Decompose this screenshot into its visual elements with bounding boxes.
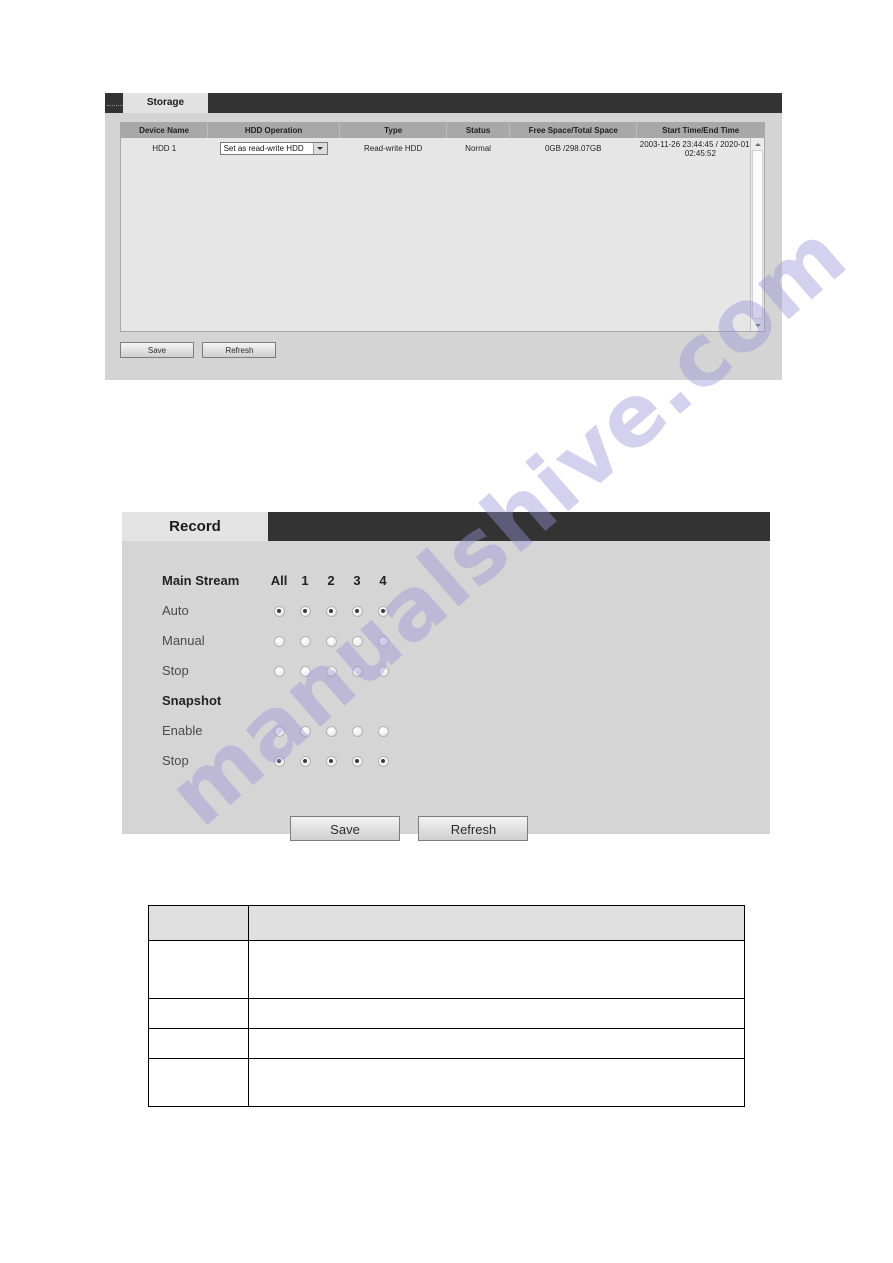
radio-enable-3[interactable]	[351, 725, 363, 737]
section-title-snapshot: Snapshot	[162, 692, 222, 708]
storage-panel: Storage Device Name HDD Operation Type S…	[105, 93, 782, 380]
storage-tabbar: Storage	[105, 93, 782, 113]
description-table	[148, 905, 745, 1107]
channel-header-cells: All 1 2 3 4	[266, 573, 396, 588]
radio-manual-2[interactable]	[325, 635, 337, 647]
radio-stop-snap-4[interactable]	[377, 755, 389, 767]
channel-header-2: 2	[327, 572, 335, 588]
row-stop-snapshot: Stop	[162, 745, 396, 775]
column-header-start-end-time: Start Time/End Time	[636, 123, 764, 138]
hdd-list-empty-area	[121, 159, 751, 331]
channel-header-all: All	[270, 572, 288, 588]
hdd-table: Device Name HDD Operation Type Status Fr…	[121, 123, 764, 159]
radio-auto-2[interactable]	[325, 605, 337, 617]
row-auto: Auto	[162, 595, 396, 625]
storage-refresh-button[interactable]: Refresh	[202, 342, 277, 358]
hdd-table-header-row: Device Name HDD Operation Type Status Fr…	[121, 123, 764, 138]
hdd-operation-select-value: Set as read-write HDD	[223, 144, 304, 153]
radio-manual-4[interactable]	[377, 635, 389, 647]
column-header-hdd-operation: HDD Operation	[207, 123, 341, 138]
cell-hdd-operation: Set as read-write HDD	[207, 138, 340, 159]
radio-stop-main-all[interactable]	[273, 665, 285, 677]
record-body: Main Stream All 1 2 3 4 Auto Manual Stop…	[122, 541, 770, 841]
description-cell-parameter	[148, 998, 249, 1029]
record-tabbar: Record	[122, 512, 770, 541]
record-settings-grid: Main Stream All 1 2 3 4 Auto Manual Stop…	[162, 565, 396, 775]
caret-down-icon[interactable]	[751, 319, 764, 331]
radio-manual-1[interactable]	[299, 635, 311, 647]
radio-stop-main-2[interactable]	[325, 665, 337, 677]
column-header-type: Type	[339, 123, 448, 138]
cell-status: Normal	[446, 138, 510, 159]
row-label-stop-snapshot: Stop	[162, 752, 189, 768]
row-label-auto: Auto	[162, 602, 189, 618]
row-enable: Enable	[162, 715, 396, 745]
row-label-stop-main-stream: Stop	[162, 662, 189, 678]
hdd-operation-select[interactable]: Set as read-write HDD	[219, 142, 328, 155]
row-stop-main-stream: Stop	[162, 655, 396, 685]
radio-stop-main-1[interactable]	[299, 665, 311, 677]
row-label-manual: Manual	[162, 632, 205, 648]
tab-record[interactable]: Record	[122, 512, 268, 541]
storage-button-bar: Save Refresh	[120, 340, 280, 358]
hdd-list-area: Device Name HDD Operation Type Status Fr…	[120, 122, 765, 332]
cell-start-end-time: 2003-11-26 23:44:45 / 2020-01-21 02:45:5…	[636, 138, 764, 159]
hdd-list-scrollbar[interactable]	[750, 138, 764, 331]
description-cell-parameter	[148, 1058, 249, 1107]
table-row	[148, 1028, 745, 1059]
channel-header-3: 3	[353, 572, 361, 588]
radio-stop-main-3[interactable]	[351, 665, 363, 677]
radio-stop-snap-1[interactable]	[299, 755, 311, 767]
chevron-down-icon[interactable]	[312, 143, 327, 154]
description-column-header-function	[248, 905, 745, 941]
description-cell-parameter	[148, 1028, 249, 1059]
description-cell-function	[248, 998, 745, 1029]
description-cell-function	[248, 1028, 745, 1059]
channel-header-1: 1	[301, 572, 309, 588]
tab-storage[interactable]: Storage	[123, 93, 208, 113]
radio-enable-1[interactable]	[299, 725, 311, 737]
radio-auto-1[interactable]	[299, 605, 311, 617]
description-cell-parameter	[148, 940, 249, 999]
radio-enable-2[interactable]	[325, 725, 337, 737]
table-row	[148, 1058, 745, 1107]
description-table-header-row	[148, 905, 745, 941]
radio-manual-all[interactable]	[273, 635, 285, 647]
record-refresh-button[interactable]: Refresh	[418, 816, 529, 841]
radio-stop-snap-2[interactable]	[325, 755, 337, 767]
table-row[interactable]: HDD 1 Set as read-write HDD Read-write H…	[121, 138, 764, 159]
caret-up-icon[interactable]	[751, 138, 764, 150]
description-cell-function	[248, 940, 745, 999]
radio-stop-snap-3[interactable]	[351, 755, 363, 767]
section-title-main-stream: Main Stream	[162, 572, 240, 588]
radio-auto-all[interactable]	[273, 605, 285, 617]
description-cell-function	[248, 1058, 745, 1107]
storage-save-button[interactable]: Save	[120, 342, 194, 358]
scrollbar-thumb[interactable]	[752, 150, 763, 319]
snapshot-header-row: Snapshot	[162, 685, 396, 715]
radio-enable-all[interactable]	[273, 725, 285, 737]
column-header-free-total-space: Free Space/Total Space	[509, 123, 638, 138]
record-panel: Record Main Stream All 1 2 3 4 Auto Manu…	[122, 512, 770, 841]
row-manual: Manual	[162, 625, 396, 655]
radio-manual-3[interactable]	[351, 635, 363, 647]
column-header-device-name: Device Name	[121, 123, 208, 138]
description-column-header-parameter	[148, 905, 249, 941]
main-stream-header-row: Main Stream All 1 2 3 4	[162, 565, 396, 595]
radio-stop-snap-all[interactable]	[273, 755, 285, 767]
cell-free-total-space: 0GB /298.07GB	[509, 138, 637, 159]
column-header-status: Status	[446, 123, 511, 138]
radio-stop-main-4[interactable]	[377, 665, 389, 677]
channel-header-4: 4	[379, 572, 387, 588]
radio-auto-3[interactable]	[351, 605, 363, 617]
table-row	[148, 998, 745, 1029]
cell-type: Read-write HDD	[339, 138, 447, 159]
radio-enable-4[interactable]	[377, 725, 389, 737]
cell-device-name: HDD 1	[121, 138, 208, 159]
record-button-bar: Save Refresh	[290, 816, 542, 841]
record-save-button[interactable]: Save	[290, 816, 400, 841]
table-row	[148, 940, 745, 999]
radio-auto-4[interactable]	[377, 605, 389, 617]
row-label-enable: Enable	[162, 722, 203, 738]
